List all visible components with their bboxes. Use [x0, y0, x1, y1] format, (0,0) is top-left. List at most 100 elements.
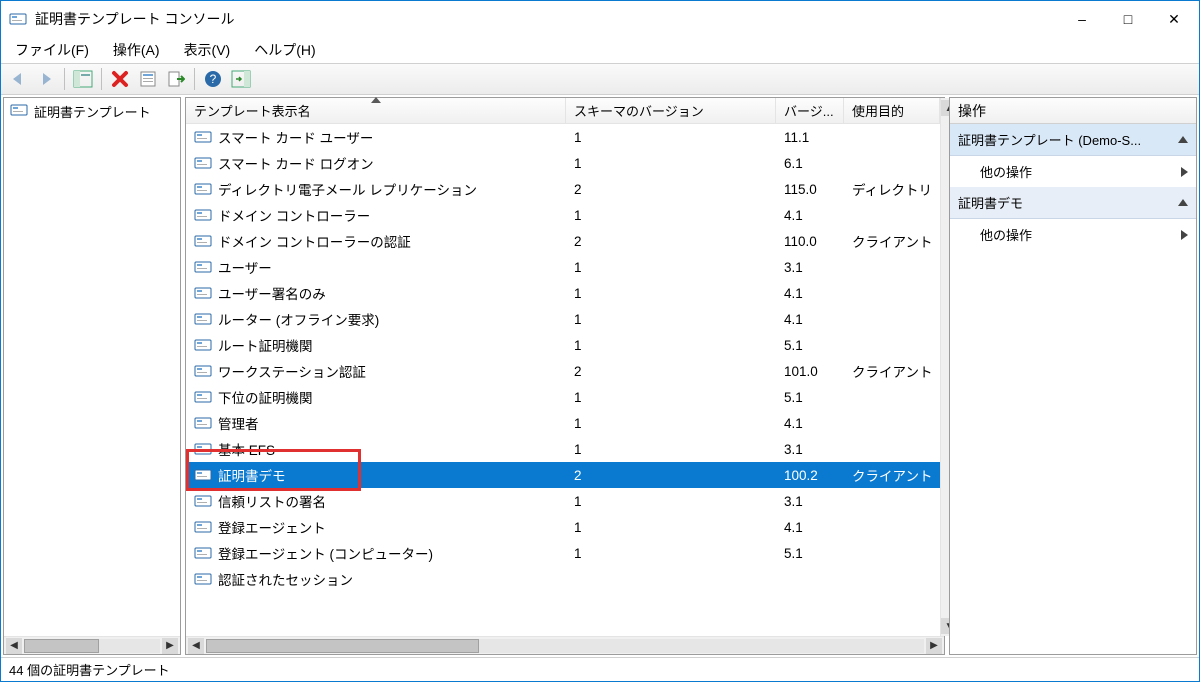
row-schema: 2 [566, 364, 776, 379]
table-row[interactable]: ワークステーション認証2101.0クライアント [186, 358, 940, 384]
certificate-icon [194, 546, 212, 560]
table-row[interactable]: 管理者14.1 [186, 410, 940, 436]
column-header-label: テンプレート表示名 [194, 101, 311, 120]
actions-section-templates[interactable]: 証明書テンプレート (Demo-S... [950, 124, 1196, 156]
row-version: 115.0 [776, 182, 844, 197]
row-name: ドメイン コントローラー [218, 205, 370, 225]
table-row[interactable]: ディレクトリ電子メール レプリケーション2115.0ディレクトリ [186, 176, 940, 202]
scroll-right-icon[interactable]: ▶ [162, 638, 178, 654]
tree-item-templates[interactable]: 証明書テンプレート [4, 98, 180, 125]
row-schema: 1 [566, 260, 776, 275]
properties-button[interactable] [135, 67, 161, 91]
row-schema: 1 [566, 312, 776, 327]
scrollbar-track[interactable] [24, 639, 160, 653]
nav-forward-button[interactable] [33, 67, 59, 91]
table-row[interactable]: ユーザー署名のみ14.1 [186, 280, 940, 306]
row-schema: 2 [566, 468, 776, 483]
table-row[interactable]: ルーター (オフライン要求) 14.1 [186, 306, 940, 332]
menu-view[interactable]: 表示(V) [176, 38, 239, 62]
actions-link-label: 他の操作 [980, 225, 1032, 244]
table-row[interactable]: 基本 EFS13.1 [186, 436, 940, 462]
actions-more-1[interactable]: 他の操作 [950, 156, 1196, 187]
actions-link-label: 他の操作 [980, 162, 1032, 181]
row-usage: クライアント [844, 361, 940, 381]
list-horizontal-scrollbar[interactable]: ◀ ▶ [186, 636, 944, 654]
table-row[interactable]: 認証されたセッション [186, 566, 940, 592]
column-header-schema[interactable]: スキーマのバージョン [566, 98, 776, 123]
menu-action[interactable]: 操作(A) [105, 38, 168, 62]
table-row[interactable]: 登録エージェント14.1 [186, 514, 940, 540]
table-row[interactable]: スマート カード ログオン16.1 [186, 150, 940, 176]
row-usage: ディレクトリ [844, 179, 940, 199]
row-schema: 1 [566, 130, 776, 145]
certificate-icon [194, 390, 212, 404]
row-schema: 2 [566, 234, 776, 249]
toolbar: ? [1, 63, 1199, 95]
row-version: 4.1 [776, 208, 844, 223]
column-header-name[interactable]: テンプレート表示名 [186, 98, 566, 123]
app-icon [9, 10, 27, 28]
row-version: 3.1 [776, 442, 844, 457]
row-version: 5.1 [776, 390, 844, 405]
tree-item-label: 証明書テンプレート [34, 102, 151, 121]
nav-back-button[interactable] [5, 67, 31, 91]
row-version: 6.1 [776, 156, 844, 171]
title-bar: 証明書テンプレート コンソール – □ ✕ [1, 1, 1199, 37]
row-name: ユーザー [218, 257, 272, 277]
help-button[interactable]: ? [200, 67, 226, 91]
certificate-icon [194, 364, 212, 378]
row-version: 4.1 [776, 312, 844, 327]
table-row[interactable]: ドメイン コントローラーの認証2110.0クライアント [186, 228, 940, 254]
tree-horizontal-scrollbar[interactable]: ◀ ▶ [4, 636, 180, 654]
row-schema: 1 [566, 286, 776, 301]
menu-help[interactable]: ヘルプ(H) [246, 38, 323, 62]
certificate-icon [194, 338, 212, 352]
column-header-version[interactable]: バージ... [776, 98, 844, 123]
minimize-button[interactable]: – [1059, 3, 1105, 35]
show-hide-tree-button[interactable] [70, 67, 96, 91]
row-schema: 1 [566, 390, 776, 405]
table-row[interactable]: 証明書デモ2100.2クライアント [186, 462, 940, 488]
row-name: ルーター (オフライン要求) [218, 309, 379, 329]
scroll-left-icon[interactable]: ◀ [188, 638, 204, 654]
maximize-button[interactable]: □ [1105, 3, 1151, 35]
table-row[interactable]: スマート カード ユーザー111.1 [186, 124, 940, 150]
table-row[interactable]: ユーザー13.1 [186, 254, 940, 280]
row-name: 信頼リストの署名 [218, 491, 326, 511]
delete-button[interactable] [107, 67, 133, 91]
row-version: 5.1 [776, 546, 844, 561]
scrollbar-thumb[interactable] [206, 639, 479, 653]
actions-pane-button[interactable] [228, 67, 254, 91]
row-schema: 1 [566, 442, 776, 457]
row-version: 110.0 [776, 234, 844, 249]
status-text: 44 個の証明書テンプレート [9, 660, 170, 679]
menu-file[interactable]: ファイル(F) [7, 38, 97, 62]
row-schema: 1 [566, 416, 776, 431]
tree-panel: 証明書テンプレート ◀ ▶ [3, 97, 181, 655]
close-button[interactable]: ✕ [1151, 3, 1197, 35]
row-name: 登録エージェント (コンピューター) [218, 543, 433, 563]
table-row[interactable]: ルート証明機関15.1 [186, 332, 940, 358]
scrollbar-thumb[interactable] [24, 639, 99, 653]
table-row[interactable]: 信頼リストの署名13.1 [186, 488, 940, 514]
table-row[interactable]: ドメイン コントローラー14.1 [186, 202, 940, 228]
window-title: 証明書テンプレート コンソール [35, 9, 1059, 29]
scroll-right-icon[interactable]: ▶ [926, 638, 942, 654]
row-schema: 1 [566, 338, 776, 353]
app-window: 証明書テンプレート コンソール – □ ✕ ファイル(F) 操作(A) 表示(V… [0, 0, 1200, 682]
table-row[interactable]: 下位の証明機関 15.1 [186, 384, 940, 410]
actions-more-2[interactable]: 他の操作 [950, 219, 1196, 250]
certificate-icon [194, 494, 212, 508]
scroll-left-icon[interactable]: ◀ [6, 638, 22, 654]
window-controls: – □ ✕ [1059, 3, 1197, 35]
row-name: スマート カード ユーザー [218, 127, 373, 147]
column-header-usage[interactable]: 使用目的 [844, 98, 940, 123]
actions-section-selected[interactable]: 証明書デモ [950, 187, 1196, 219]
row-schema: 1 [566, 494, 776, 509]
certificate-icon [194, 442, 212, 456]
row-schema: 1 [566, 546, 776, 561]
export-list-button[interactable] [163, 67, 189, 91]
table-row[interactable]: 登録エージェント (コンピューター) 15.1 [186, 540, 940, 566]
row-name: 下位の証明機関 [218, 387, 313, 407]
certificate-template-icon [10, 103, 28, 120]
